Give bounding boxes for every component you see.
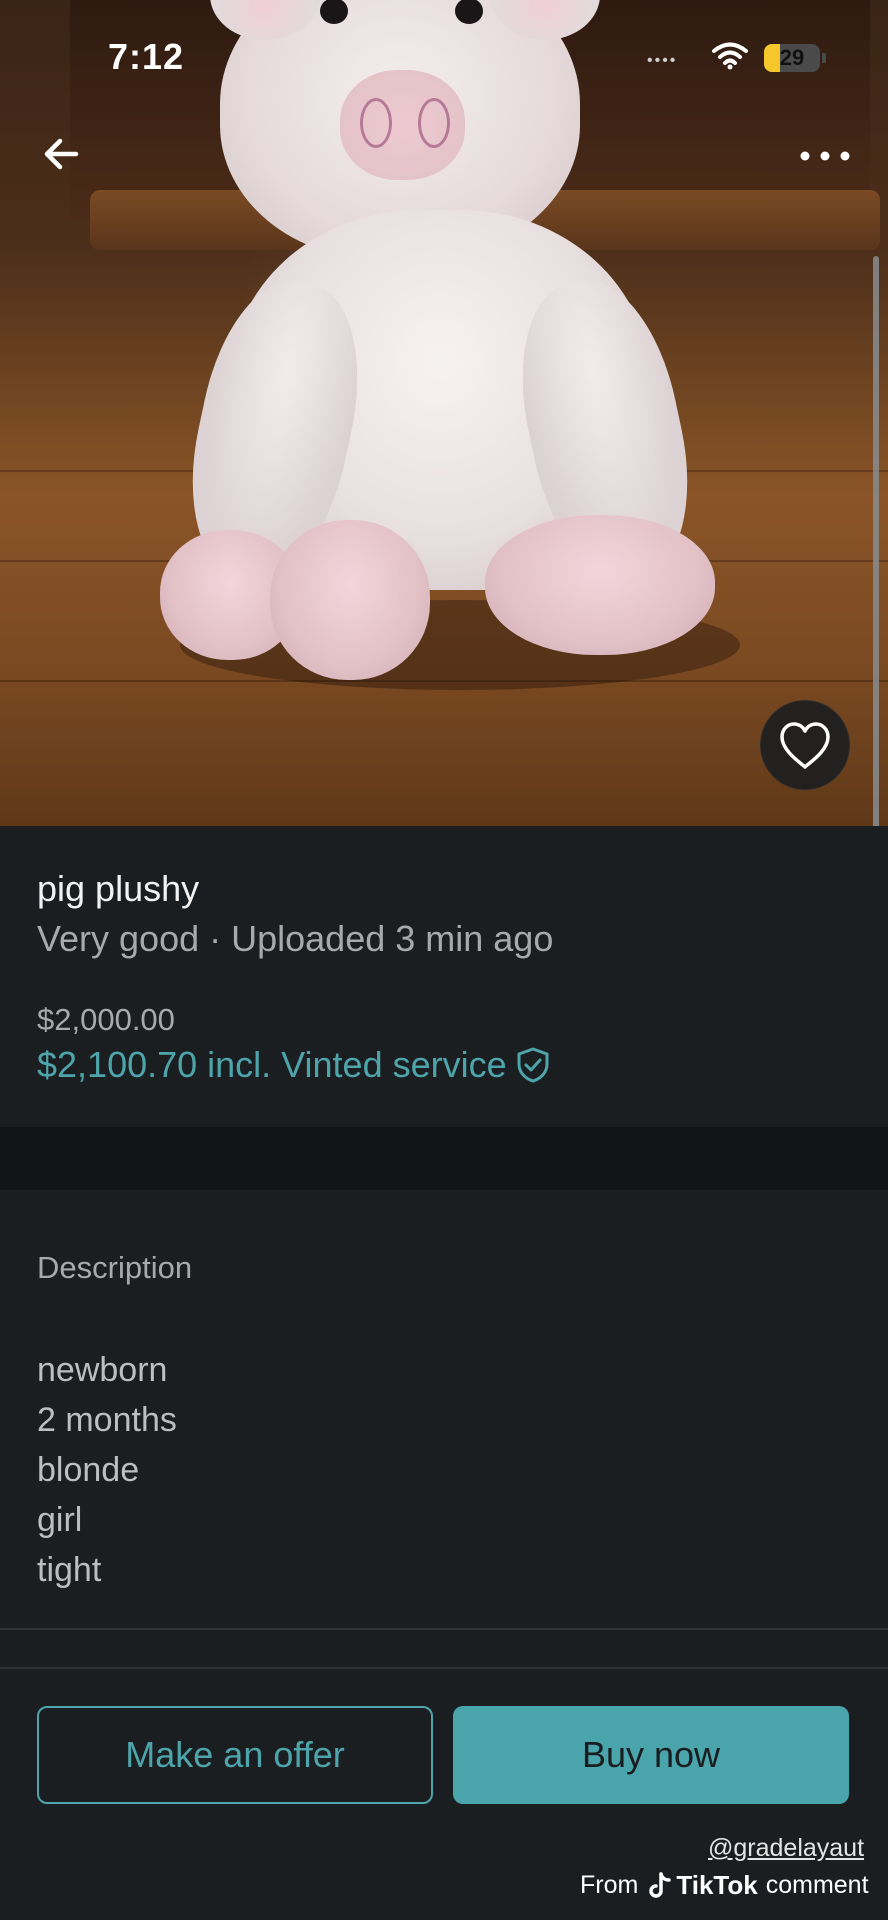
scrollbar[interactable] [873, 256, 879, 920]
more-horizontal-icon [800, 151, 850, 161]
item-info: pig plushy Very good · Uploaded 3 min ag… [0, 826, 888, 1126]
watermark-brand: TikTok [676, 1870, 758, 1900]
more-options-button[interactable] [790, 134, 860, 174]
total-price-row[interactable]: $2,100.70 incl. Vinted service [37, 1044, 551, 1086]
heart-icon [780, 722, 830, 769]
divider [0, 1628, 888, 1630]
divider [0, 1667, 888, 1669]
item-title: pig plushy [37, 868, 200, 909]
status-time: 7:12 [108, 36, 185, 77]
shield-check-icon [517, 1047, 549, 1083]
description-text: newborn 2 months blonde girl tight [37, 1345, 177, 1595]
section-separator [0, 1127, 888, 1190]
description-line: newborn [37, 1351, 168, 1389]
total-price: $2,100.70 incl. Vinted service [37, 1044, 507, 1085]
battery-icon: 29 [764, 44, 820, 72]
battery-level: 29 [779, 45, 805, 70]
battery-cap [822, 53, 826, 63]
description-heading: Description [37, 1250, 193, 1285]
back-button[interactable] [36, 126, 92, 182]
description-section: Description newborn 2 months blonde girl… [0, 1190, 888, 1628]
description-line: blonde [37, 1451, 140, 1489]
product-photo[interactable] [0, 0, 888, 826]
tiktok-watermark: From TikTok comment [580, 1870, 869, 1901]
watermark-suffix: comment [765, 1871, 869, 1899]
buy-now-button[interactable]: Buy now [453, 1706, 849, 1804]
watermark-username: @gradelayaut [708, 1834, 865, 1862]
item-price: $2,000.00 [37, 1002, 175, 1037]
description-line: girl [37, 1501, 83, 1539]
plush-foot [270, 520, 430, 680]
make-offer-button[interactable]: Make an offer [37, 1706, 433, 1804]
description-line: tight [37, 1551, 102, 1589]
favorite-button[interactable] [760, 700, 850, 790]
watermark-from: From [580, 1871, 639, 1899]
tiktok-icon [649, 1871, 672, 1898]
description-line: 2 months [37, 1401, 177, 1439]
plush-foot [485, 515, 715, 655]
wifi-icon [712, 42, 748, 70]
arrow-left-icon [44, 138, 79, 170]
item-meta: Very good · Uploaded 3 min ago [37, 918, 554, 959]
signal-icon: •••• [647, 52, 678, 69]
status-bar: 7:12 •••• 29 [0, 0, 888, 120]
